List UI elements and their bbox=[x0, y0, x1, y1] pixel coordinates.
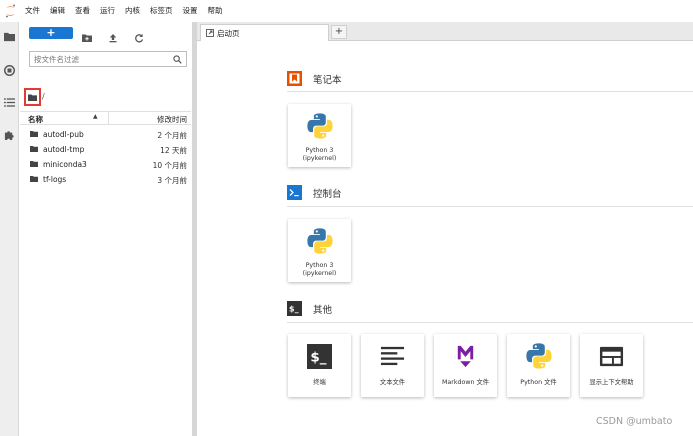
file-row[interactable]: miniconda3 10 个月前 bbox=[20, 157, 191, 172]
file-name: tf-logs bbox=[43, 175, 67, 184]
section-divider bbox=[287, 206, 693, 207]
section-divider bbox=[287, 322, 693, 323]
refresh-icon[interactable] bbox=[134, 28, 144, 43]
context-help-icon bbox=[597, 341, 627, 371]
file-name: autodl-tmp bbox=[43, 145, 85, 154]
tab-bar: 启动页 + bbox=[197, 22, 693, 41]
text-file-card[interactable]: 文本文件 bbox=[361, 334, 424, 397]
terminal-card[interactable]: $_ 终端 bbox=[288, 334, 351, 397]
section-divider bbox=[287, 91, 693, 92]
file-row[interactable]: tf-logs 3 个月前 bbox=[20, 172, 191, 187]
context-help-card[interactable]: 显示上下文帮助 bbox=[580, 334, 643, 397]
breadcrumb-home-icon[interactable] bbox=[24, 88, 41, 106]
tab-label: 启动页 bbox=[217, 28, 240, 38]
menu-bar: 文件 编辑 查看 运行 内核 标签页 设置 帮助 bbox=[0, 0, 693, 22]
other-section-icon: $_ bbox=[287, 301, 302, 316]
running-icon[interactable] bbox=[3, 64, 16, 77]
file-list-header: 名称 ▲ 修改时间 bbox=[20, 111, 191, 125]
card-label: Python 3 (ipykernel) bbox=[302, 147, 337, 162]
file-modified: 10 个月前 bbox=[152, 161, 187, 170]
extension-icon[interactable] bbox=[3, 128, 16, 141]
python-icon bbox=[305, 111, 335, 141]
notebook-section-icon bbox=[287, 71, 302, 86]
menu-run[interactable]: 运行 bbox=[95, 0, 120, 22]
folder-icon bbox=[30, 146, 38, 152]
console-section-title: 控制台 bbox=[313, 189, 342, 200]
new-launcher-button[interactable]: + bbox=[29, 27, 73, 39]
filter-input[interactable] bbox=[30, 52, 168, 66]
file-modified: 2 个月前 bbox=[157, 131, 187, 140]
tab-launcher[interactable]: 启动页 bbox=[200, 24, 329, 41]
card-label: 显示上下文帮助 bbox=[589, 379, 634, 386]
file-browser: + / 名称 ▲ 修改时间 autodl-pub 2 个月前 autodl-tm… bbox=[20, 22, 191, 436]
markdown-file-card[interactable]: Markdown 文件 bbox=[434, 334, 497, 397]
python-icon bbox=[305, 226, 335, 256]
folder-icon[interactable] bbox=[3, 30, 16, 43]
file-name: autodl-pub bbox=[43, 130, 84, 139]
search-icon bbox=[173, 55, 182, 64]
launcher-tab-icon bbox=[206, 29, 214, 37]
menu-help[interactable]: 帮助 bbox=[203, 0, 228, 22]
breadcrumb-separator: / bbox=[42, 92, 45, 101]
menu-tabs[interactable]: 标签页 bbox=[145, 0, 178, 22]
column-modified-header[interactable]: 修改时间 bbox=[157, 114, 187, 125]
card-label: Markdown 文件 bbox=[441, 379, 490, 386]
menu-file[interactable]: 文件 bbox=[20, 0, 45, 22]
file-name: miniconda3 bbox=[43, 160, 87, 169]
menu-settings[interactable]: 设置 bbox=[178, 0, 203, 22]
folder-icon bbox=[30, 161, 38, 167]
activity-bar bbox=[0, 22, 19, 436]
watermark-text: CSDN @umbato bbox=[596, 416, 673, 427]
column-name-header[interactable]: 名称 bbox=[28, 114, 43, 125]
toc-icon[interactable] bbox=[3, 96, 16, 109]
python-icon bbox=[524, 341, 554, 371]
console-section-icon bbox=[287, 185, 302, 200]
file-browser-toolbar: + bbox=[20, 22, 191, 44]
sort-ascending-icon[interactable]: ▲ bbox=[93, 113, 98, 120]
file-row[interactable]: autodl-tmp 12 天前 bbox=[20, 142, 191, 157]
python-file-card[interactable]: Python 文件 bbox=[507, 334, 570, 397]
column-divider[interactable] bbox=[108, 112, 109, 125]
menu-edit[interactable]: 编辑 bbox=[45, 0, 70, 22]
folder-icon bbox=[30, 131, 38, 137]
card-label: Python 3 (ipykernel) bbox=[302, 262, 337, 277]
markdown-icon bbox=[451, 341, 481, 371]
upload-icon[interactable] bbox=[108, 28, 118, 43]
svg-text:$_: $_ bbox=[289, 305, 299, 314]
other-section-title: 其他 bbox=[313, 305, 333, 316]
menu-kernel[interactable]: 内核 bbox=[120, 0, 145, 22]
text-file-icon bbox=[378, 341, 408, 371]
folder-icon bbox=[30, 176, 38, 182]
file-row[interactable]: autodl-pub 2 个月前 bbox=[20, 127, 191, 142]
svg-text:$_: $_ bbox=[310, 350, 326, 365]
terminal-icon: $_ bbox=[305, 341, 335, 371]
file-modified: 3 个月前 bbox=[157, 176, 187, 185]
new-folder-icon[interactable] bbox=[82, 28, 92, 42]
notebook-python3-card[interactable]: Python 3 (ipykernel) bbox=[288, 104, 351, 167]
main-area: 启动页 + 笔记本 Python 3 (ipykernel) 控制台 Pytho… bbox=[197, 22, 693, 436]
menu-view[interactable]: 查看 bbox=[70, 0, 95, 22]
card-label: 文本文件 bbox=[379, 379, 406, 386]
jupyter-logo-icon bbox=[0, 0, 20, 22]
filter-files-field[interactable] bbox=[29, 51, 187, 67]
file-modified: 12 天前 bbox=[160, 146, 187, 155]
console-python3-card[interactable]: Python 3 (ipykernel) bbox=[288, 219, 351, 282]
notebook-section-title: 笔记本 bbox=[313, 75, 342, 86]
add-tab-button[interactable]: + bbox=[331, 25, 347, 39]
card-label: 终端 bbox=[313, 379, 326, 386]
card-label: Python 文件 bbox=[520, 379, 557, 386]
